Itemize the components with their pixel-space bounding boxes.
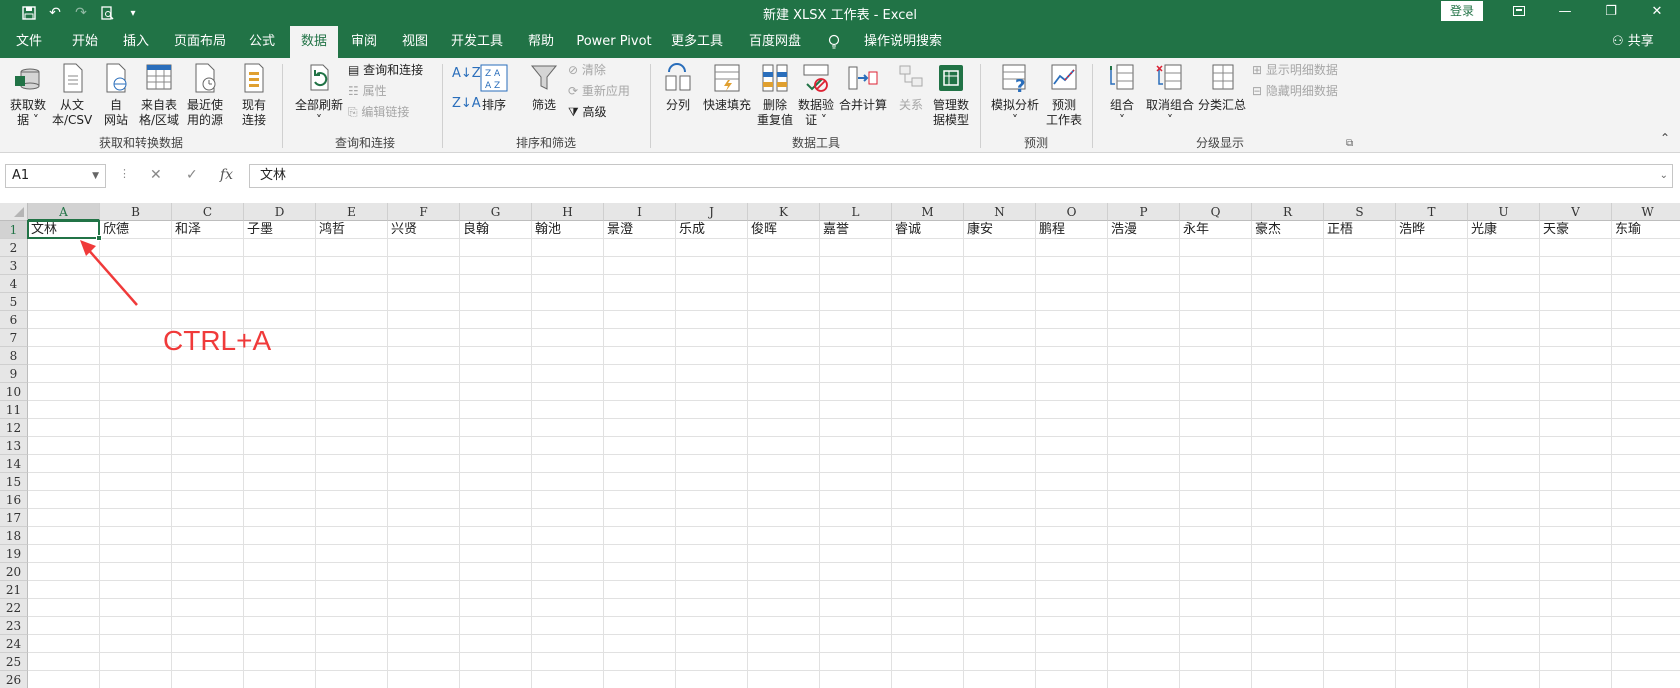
- annotation-text: CTRL+A: [163, 325, 272, 356]
